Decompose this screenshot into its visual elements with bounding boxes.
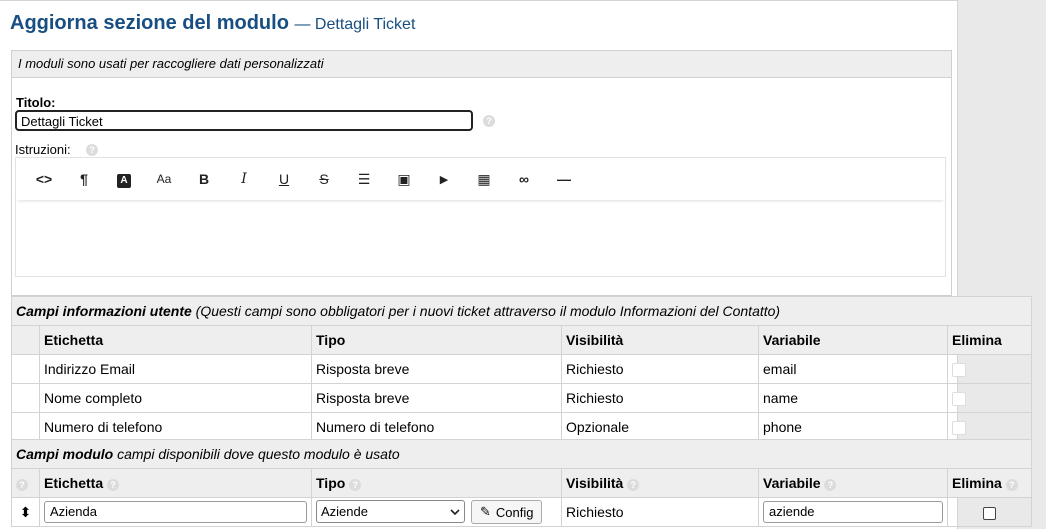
user-fields-heading-note: (Questi campi sono obbligatori per i nuo… — [191, 303, 781, 319]
field-type: Risposta breve — [311, 354, 562, 384]
title-label: Titolo: — [16, 95, 56, 110]
help-icon[interactable]: ? — [824, 479, 837, 491]
instructions-label: Istruzioni: — [15, 142, 71, 157]
page-title-main: Aggiorna sezione del modulo — [10, 12, 289, 34]
column-header-variable: Variabile — [758, 325, 948, 355]
help-icon[interactable]: ? — [86, 144, 98, 156]
link-icon[interactable]: ∞ — [504, 171, 544, 187]
field-variable: name — [758, 383, 948, 413]
field-variable-input[interactable]: aziende — [763, 501, 943, 523]
drag-handle-icon[interactable]: ⬍ — [20, 504, 32, 520]
user-fields-heading-bold: Campi informazioni utente — [16, 303, 192, 319]
strikethrough-icon[interactable]: S — [304, 171, 344, 187]
field-label: Indirizzo Email — [39, 354, 312, 384]
field-type: Numero di telefono — [311, 412, 562, 442]
field-variable: phone — [758, 412, 948, 442]
bold-icon[interactable]: B — [184, 171, 224, 187]
field-label-input[interactable]: Azienda — [44, 501, 307, 523]
field-type-select[interactable]: Aziende — [316, 500, 465, 523]
form-fields-table: Campi modulo campi disponibili dove ques… — [10, 439, 1033, 527]
delete-checkbox[interactable] — [983, 506, 996, 520]
form-fields-section: Campi modulo campi disponibili dove ques… — [10, 439, 1033, 527]
field-visibility: Richiesto — [561, 354, 759, 384]
field-type: Risposta breve — [311, 383, 562, 413]
video-icon[interactable]: ▶ — [424, 173, 464, 186]
font-size-icon[interactable]: Aa — [144, 172, 184, 186]
table-row: Indirizzo Email Risposta breve Richiesto… — [11, 354, 1033, 384]
page-title: Aggiorna sezione del modulo — Dettagli T… — [10, 12, 415, 35]
field-label: Numero di telefono — [39, 412, 312, 442]
code-icon[interactable]: <> — [24, 171, 64, 187]
table-row: Nome completo Risposta breve Richiesto n… — [11, 383, 1033, 413]
title-input[interactable]: Dettagli Ticket — [15, 110, 473, 131]
table-row: Numero di telefono Numero di telefono Op… — [11, 412, 1033, 442]
field-variable: email — [758, 354, 948, 384]
form-fields-heading-bold: Campi modulo — [16, 446, 114, 462]
underline-icon[interactable]: U — [264, 171, 304, 187]
config-button[interactable]: ✎ Config — [471, 500, 543, 524]
column-header-label: Etichetta — [44, 475, 104, 491]
panel-description: I moduli sono usati per raccogliere dati… — [12, 51, 951, 78]
help-icon[interactable]: ? — [483, 115, 495, 127]
field-visibility: Richiesto — [561, 497, 759, 527]
edit-icon: ✎ — [480, 504, 491, 519]
help-icon[interactable]: ? — [16, 479, 28, 491]
font-color-icon[interactable]: A — [104, 170, 144, 188]
delete-checkbox-disabled — [952, 363, 966, 378]
instructions-editor[interactable]: <> ¶ A Aa B I U S ☰ ▣ ▶ ▦ ∞ — — [15, 157, 946, 277]
field-label: Nome completo — [39, 383, 312, 413]
user-fields-heading: Campi informazioni utente (Questi campi … — [10, 296, 1033, 326]
italic-icon[interactable]: I — [224, 171, 264, 187]
delete-checkbox-disabled — [952, 392, 966, 407]
column-header-visibility: Visibilità — [561, 325, 759, 355]
column-header-type: Tipo — [316, 475, 346, 491]
font-color-glyph: A — [117, 174, 131, 188]
column-header-delete: Elimina — [952, 475, 1002, 491]
help-icon[interactable]: ? — [627, 479, 640, 491]
column-header-delete: Elimina — [946, 325, 1033, 355]
field-type-value: Aziende — [321, 504, 368, 519]
user-fields-section: Campi informazioni utente (Questi campi … — [10, 296, 1033, 442]
paragraph-icon[interactable]: ¶ — [64, 171, 104, 187]
config-button-label: Config — [495, 504, 534, 520]
chevron-down-icon — [450, 508, 460, 515]
help-icon[interactable]: ? — [349, 479, 362, 491]
user-fields-table: Campi informazioni utente (Questi campi … — [10, 296, 1033, 442]
help-icon[interactable]: ? — [107, 479, 120, 491]
column-header-variable: Variabile — [763, 475, 821, 491]
top-border — [0, 0, 957, 4]
horizontal-rule-icon[interactable]: — — [544, 171, 584, 187]
form-fields-heading-note: campi disponibili dove questo modulo è u… — [113, 446, 400, 462]
column-header-type: Tipo — [311, 325, 562, 355]
table-icon[interactable]: ▦ — [464, 171, 504, 188]
editor-toolbar: <> ¶ A Aa B I U S ☰ ▣ ▶ ▦ ∞ — — [16, 158, 945, 200]
field-visibility: Opzionale — [561, 412, 759, 442]
form-fields-heading: Campi modulo campi disponibili dove ques… — [10, 439, 1033, 469]
image-icon[interactable]: ▣ — [384, 171, 424, 188]
delete-checkbox-disabled — [952, 421, 966, 436]
page-title-subtitle: — Dettagli Ticket — [294, 16, 416, 33]
column-header-visibility: Visibilità — [566, 475, 624, 491]
list-icon[interactable]: ☰ — [344, 171, 384, 188]
help-icon[interactable]: ? — [1005, 479, 1018, 491]
field-visibility: Richiesto — [561, 383, 759, 413]
column-header-label: Etichetta — [39, 325, 312, 355]
table-row: ⬍ Azienda Aziende ✎ Config Richiesto azien… — [11, 497, 1033, 527]
sort-column-header — [11, 325, 40, 355]
